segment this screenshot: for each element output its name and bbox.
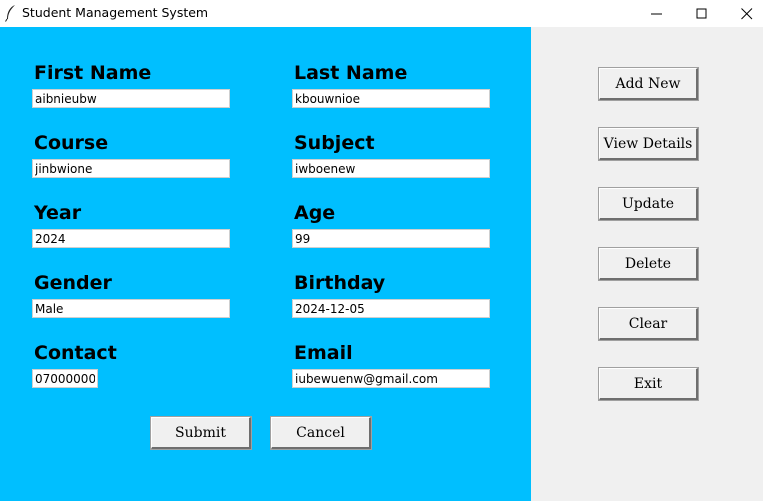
exit-button[interactable]: Exit bbox=[599, 368, 698, 400]
title-bar: Student Management System bbox=[0, 0, 763, 27]
year-label: Year bbox=[34, 202, 82, 224]
birthday-input[interactable] bbox=[292, 299, 490, 318]
cancel-button[interactable]: Cancel bbox=[271, 417, 371, 449]
view-details-button[interactable]: View Details bbox=[599, 128, 698, 160]
submit-button[interactable]: Submit bbox=[151, 417, 251, 449]
gender-input[interactable] bbox=[32, 299, 230, 318]
close-button[interactable] bbox=[724, 0, 763, 27]
first-name-label: First Name bbox=[34, 62, 152, 84]
email-input[interactable] bbox=[292, 369, 490, 388]
add-new-button[interactable]: Add New bbox=[599, 68, 698, 100]
last-name-label: Last Name bbox=[294, 62, 408, 84]
clear-button[interactable]: Clear bbox=[599, 308, 698, 340]
close-icon bbox=[741, 8, 753, 20]
age-input[interactable] bbox=[292, 229, 490, 248]
first-name-input[interactable] bbox=[32, 89, 230, 108]
contact-label: Contact bbox=[34, 342, 117, 364]
subject-input[interactable] bbox=[292, 159, 490, 178]
subject-label: Subject bbox=[294, 132, 375, 154]
contact-input[interactable] bbox=[32, 369, 98, 388]
email-label: Email bbox=[294, 342, 353, 364]
minimize-button[interactable] bbox=[634, 0, 680, 27]
update-button[interactable]: Update bbox=[599, 188, 698, 220]
year-input[interactable] bbox=[32, 229, 230, 248]
course-input[interactable] bbox=[32, 159, 230, 178]
course-label: Course bbox=[34, 132, 109, 154]
last-name-input[interactable] bbox=[292, 89, 490, 108]
age-label: Age bbox=[294, 202, 336, 224]
gender-label: Gender bbox=[34, 272, 112, 294]
window-title: Student Management System bbox=[22, 5, 209, 20]
maximize-icon bbox=[696, 8, 707, 19]
minimize-icon bbox=[651, 13, 662, 15]
birthday-label: Birthday bbox=[294, 272, 386, 294]
feather-icon bbox=[5, 5, 15, 22]
student-form-panel: First Name Last Name Course Subject Year… bbox=[0, 27, 531, 501]
maximize-button[interactable] bbox=[679, 0, 725, 27]
delete-button[interactable]: Delete bbox=[599, 248, 698, 280]
